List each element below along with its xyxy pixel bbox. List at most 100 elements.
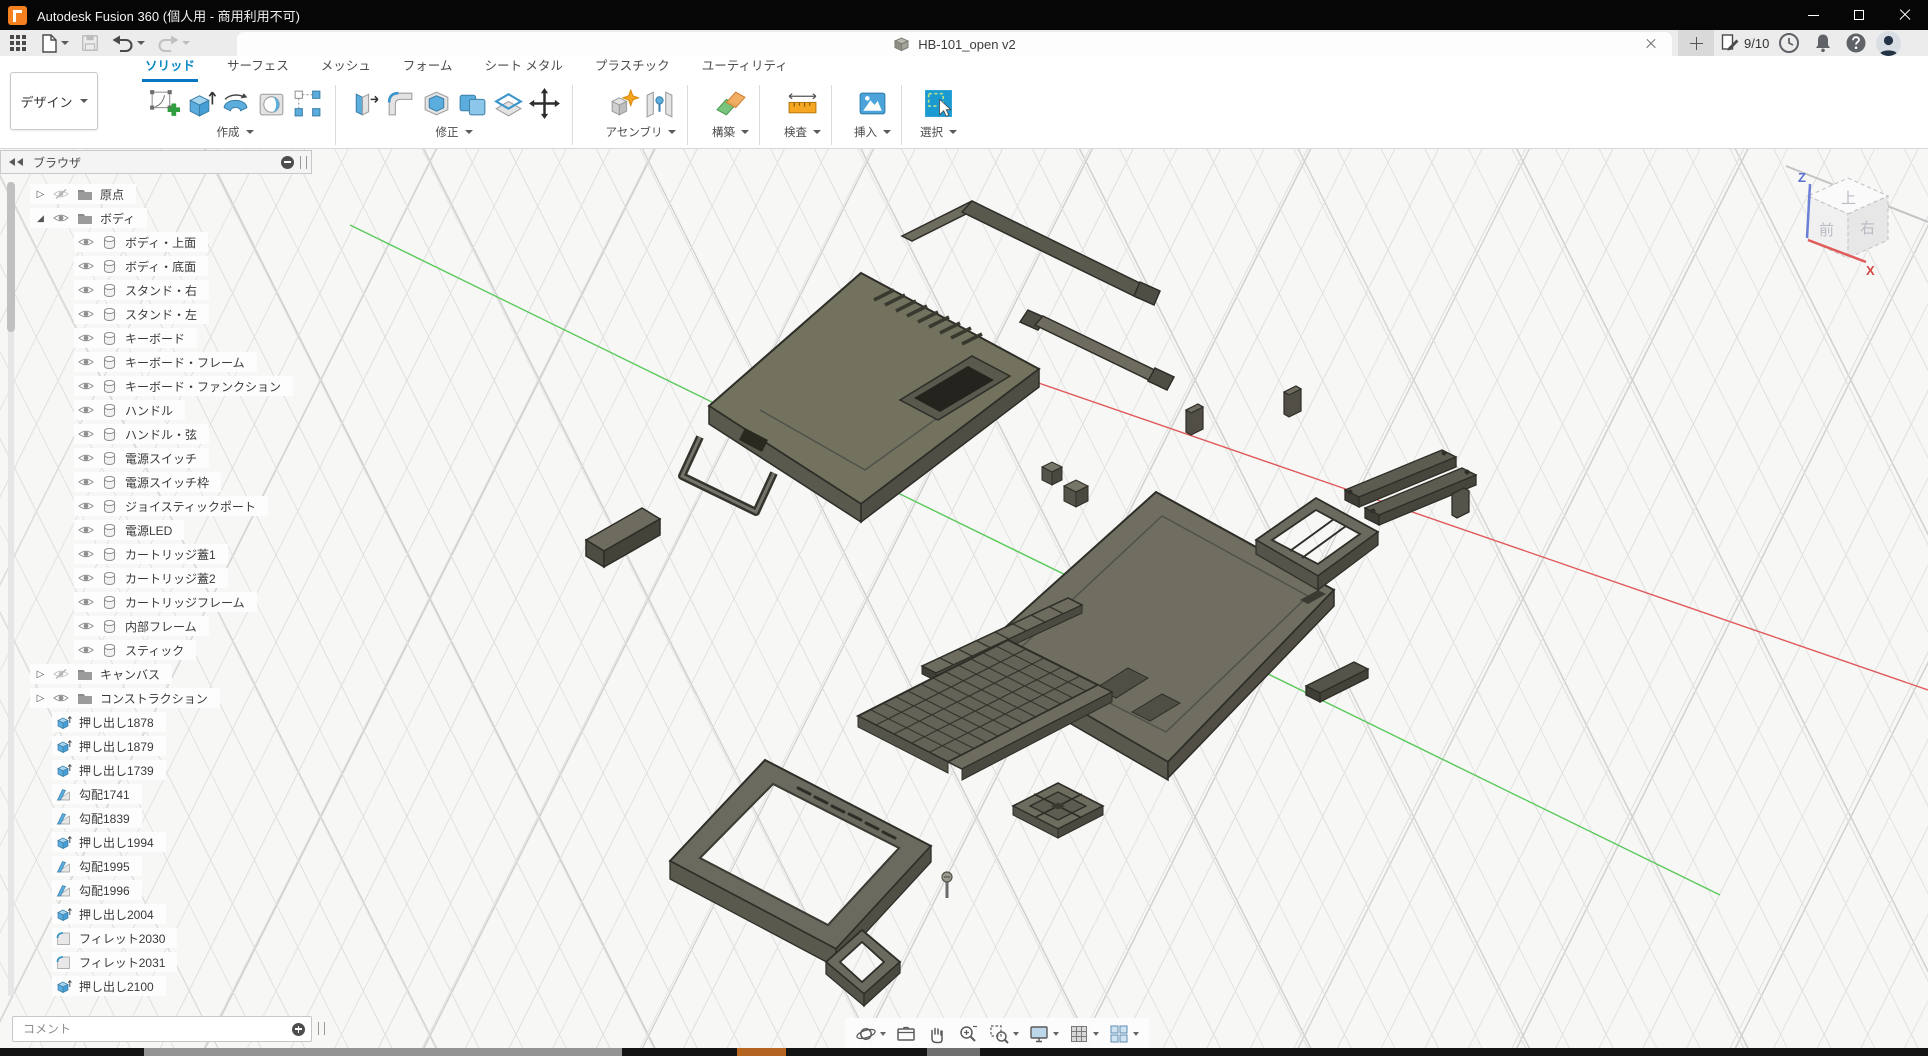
ribbon-tab[interactable]: ユーティリティ	[699, 50, 791, 82]
browser-item[interactable]: 押し出し2004	[52, 904, 166, 924]
activity-clock-button[interactable]	[1778, 32, 1800, 54]
visibility-eye-icon[interactable]	[78, 404, 95, 417]
browser-item[interactable]: キーボード	[74, 328, 197, 348]
press-pull-button[interactable]	[346, 85, 382, 121]
browser-item[interactable]: 原点	[30, 184, 136, 204]
comment-resize-grip[interactable]	[318, 1022, 325, 1035]
visibility-eye-icon[interactable]	[78, 428, 95, 441]
visibility-eye-icon[interactable]	[78, 356, 95, 369]
modify-menu[interactable]: 修正	[436, 124, 473, 140]
visibility-eye-icon[interactable]	[78, 476, 95, 489]
orbit-button[interactable]	[855, 1023, 886, 1045]
browser-item[interactable]: 電源スイッチ	[74, 448, 209, 468]
extrude-button[interactable]	[181, 85, 217, 121]
browser-item[interactable]: 勾配1839	[52, 808, 142, 828]
visibility-eye-icon[interactable]	[78, 332, 95, 345]
visibility-eye-icon[interactable]	[53, 692, 70, 705]
inspect-menu[interactable]: 検査	[784, 124, 821, 140]
collapse-browser-icon[interactable]	[9, 158, 24, 166]
visibility-eye-icon[interactable]	[78, 284, 95, 297]
ribbon-tab[interactable]: サーフェス	[224, 50, 292, 82]
browser-item[interactable]: 勾配1741	[52, 784, 142, 804]
fit-button[interactable]	[988, 1023, 1019, 1045]
visibility-eye-icon[interactable]	[78, 620, 95, 633]
document-counter[interactable]: 9/10	[1720, 30, 1769, 56]
insert-button[interactable]	[855, 85, 891, 121]
expand-arrow-icon[interactable]	[34, 693, 47, 704]
save-button[interactable]	[78, 32, 102, 54]
browser-item[interactable]: 押し出し1994	[52, 832, 166, 852]
avatar[interactable]	[1876, 31, 1901, 56]
browser-item[interactable]: カートリッジ蓋1	[74, 544, 228, 564]
visibility-eye-icon[interactable]	[53, 212, 70, 225]
visibility-eye-icon[interactable]	[78, 452, 95, 465]
browser-item[interactable]: コンストラクション	[30, 688, 220, 708]
browser-item[interactable]: 電源スイッチ枠	[74, 472, 221, 492]
create-menu[interactable]: 作成	[217, 124, 254, 140]
move-button[interactable]	[526, 85, 562, 121]
minimize-button[interactable]	[1790, 0, 1836, 30]
pattern-button[interactable]	[289, 85, 325, 121]
visibility-eye-icon[interactable]	[78, 548, 95, 561]
notifications-button[interactable]	[1812, 32, 1834, 54]
select-button[interactable]	[921, 85, 957, 121]
browser-item[interactable]: カートリッジフレーム	[74, 592, 257, 612]
ribbon-tab[interactable]: メッシュ	[318, 50, 374, 82]
browser-item[interactable]: 押し出し1879	[52, 736, 166, 756]
new-component-button[interactable]	[605, 85, 641, 121]
browser-item[interactable]: カートリッジ蓋2	[74, 568, 228, 588]
combine-button[interactable]	[454, 85, 490, 121]
browser-item[interactable]: 勾配1995	[52, 856, 142, 876]
browser-item[interactable]: スタンド・右	[74, 280, 209, 300]
browser-item[interactable]: ボディ・底面	[74, 256, 208, 276]
browser-item[interactable]: スタンド・左	[74, 304, 209, 324]
viewports-button[interactable]	[1108, 1023, 1139, 1045]
browser-item[interactable]: 押し出し1878	[52, 712, 166, 732]
add-comment-icon[interactable]	[292, 1023, 305, 1036]
new-tab-button[interactable]	[1678, 30, 1714, 56]
ribbon-tab[interactable]: フォーム	[400, 50, 456, 82]
browser-item[interactable]: ハンドル	[74, 400, 185, 420]
visibility-eye-icon[interactable]	[78, 644, 95, 657]
select-menu[interactable]: 選択	[920, 124, 957, 140]
comment-input[interactable]	[13, 1022, 292, 1036]
browser-item[interactable]: キーボード・フレーム	[74, 352, 257, 372]
browser-item[interactable]: キャンバス	[30, 664, 172, 684]
sphere-button[interactable]	[253, 85, 289, 121]
pan-button[interactable]	[926, 1023, 948, 1045]
create-sketch-button[interactable]	[145, 85, 181, 121]
browser-item[interactable]: 電源LED	[74, 520, 184, 540]
zoom-button[interactable]	[957, 1023, 979, 1045]
display-settings-button[interactable]	[1028, 1023, 1059, 1045]
browser-item[interactable]: ボディ・上面	[74, 232, 208, 252]
visibility-eye-icon[interactable]	[53, 668, 70, 681]
browser-item[interactable]: 押し出し2100	[52, 976, 166, 996]
visibility-eye-icon[interactable]	[78, 308, 95, 321]
ribbon-tab[interactable]: ソリッド	[142, 50, 198, 82]
shell-button[interactable]	[418, 85, 454, 121]
ribbon-tab[interactable]: シート メタル	[481, 50, 565, 82]
browser-item[interactable]: ボディ	[30, 208, 147, 228]
insert-menu[interactable]: 挿入	[854, 124, 891, 140]
measure-button[interactable]	[785, 85, 821, 121]
joint-button[interactable]	[641, 85, 677, 121]
close-button[interactable]	[1882, 0, 1928, 30]
construct-button[interactable]	[713, 85, 749, 121]
browser-item[interactable]: 内部フレーム	[74, 616, 209, 636]
grid-settings-button[interactable]	[1068, 1023, 1099, 1045]
visibility-eye-icon[interactable]	[78, 524, 95, 537]
visibility-eye-icon[interactable]	[78, 236, 95, 249]
workspace-selector[interactable]: デザイン	[10, 72, 98, 130]
fillet-button[interactable]	[382, 85, 418, 121]
expand-arrow-icon[interactable]	[34, 189, 47, 200]
construct-menu[interactable]: 構築	[712, 124, 749, 140]
browser-scrollbar-thumb[interactable]	[7, 182, 15, 332]
offset-face-button[interactable]	[490, 85, 526, 121]
visibility-eye-icon[interactable]	[78, 380, 95, 393]
browser-item[interactable]: スティック	[74, 640, 196, 660]
visibility-eye-icon[interactable]	[78, 260, 95, 273]
visibility-eye-icon[interactable]	[78, 500, 95, 513]
browser-item[interactable]: フィレット2031	[52, 952, 177, 972]
browser-item[interactable]: 勾配1996	[52, 880, 142, 900]
assemble-menu[interactable]: アセンブリ	[606, 124, 677, 140]
